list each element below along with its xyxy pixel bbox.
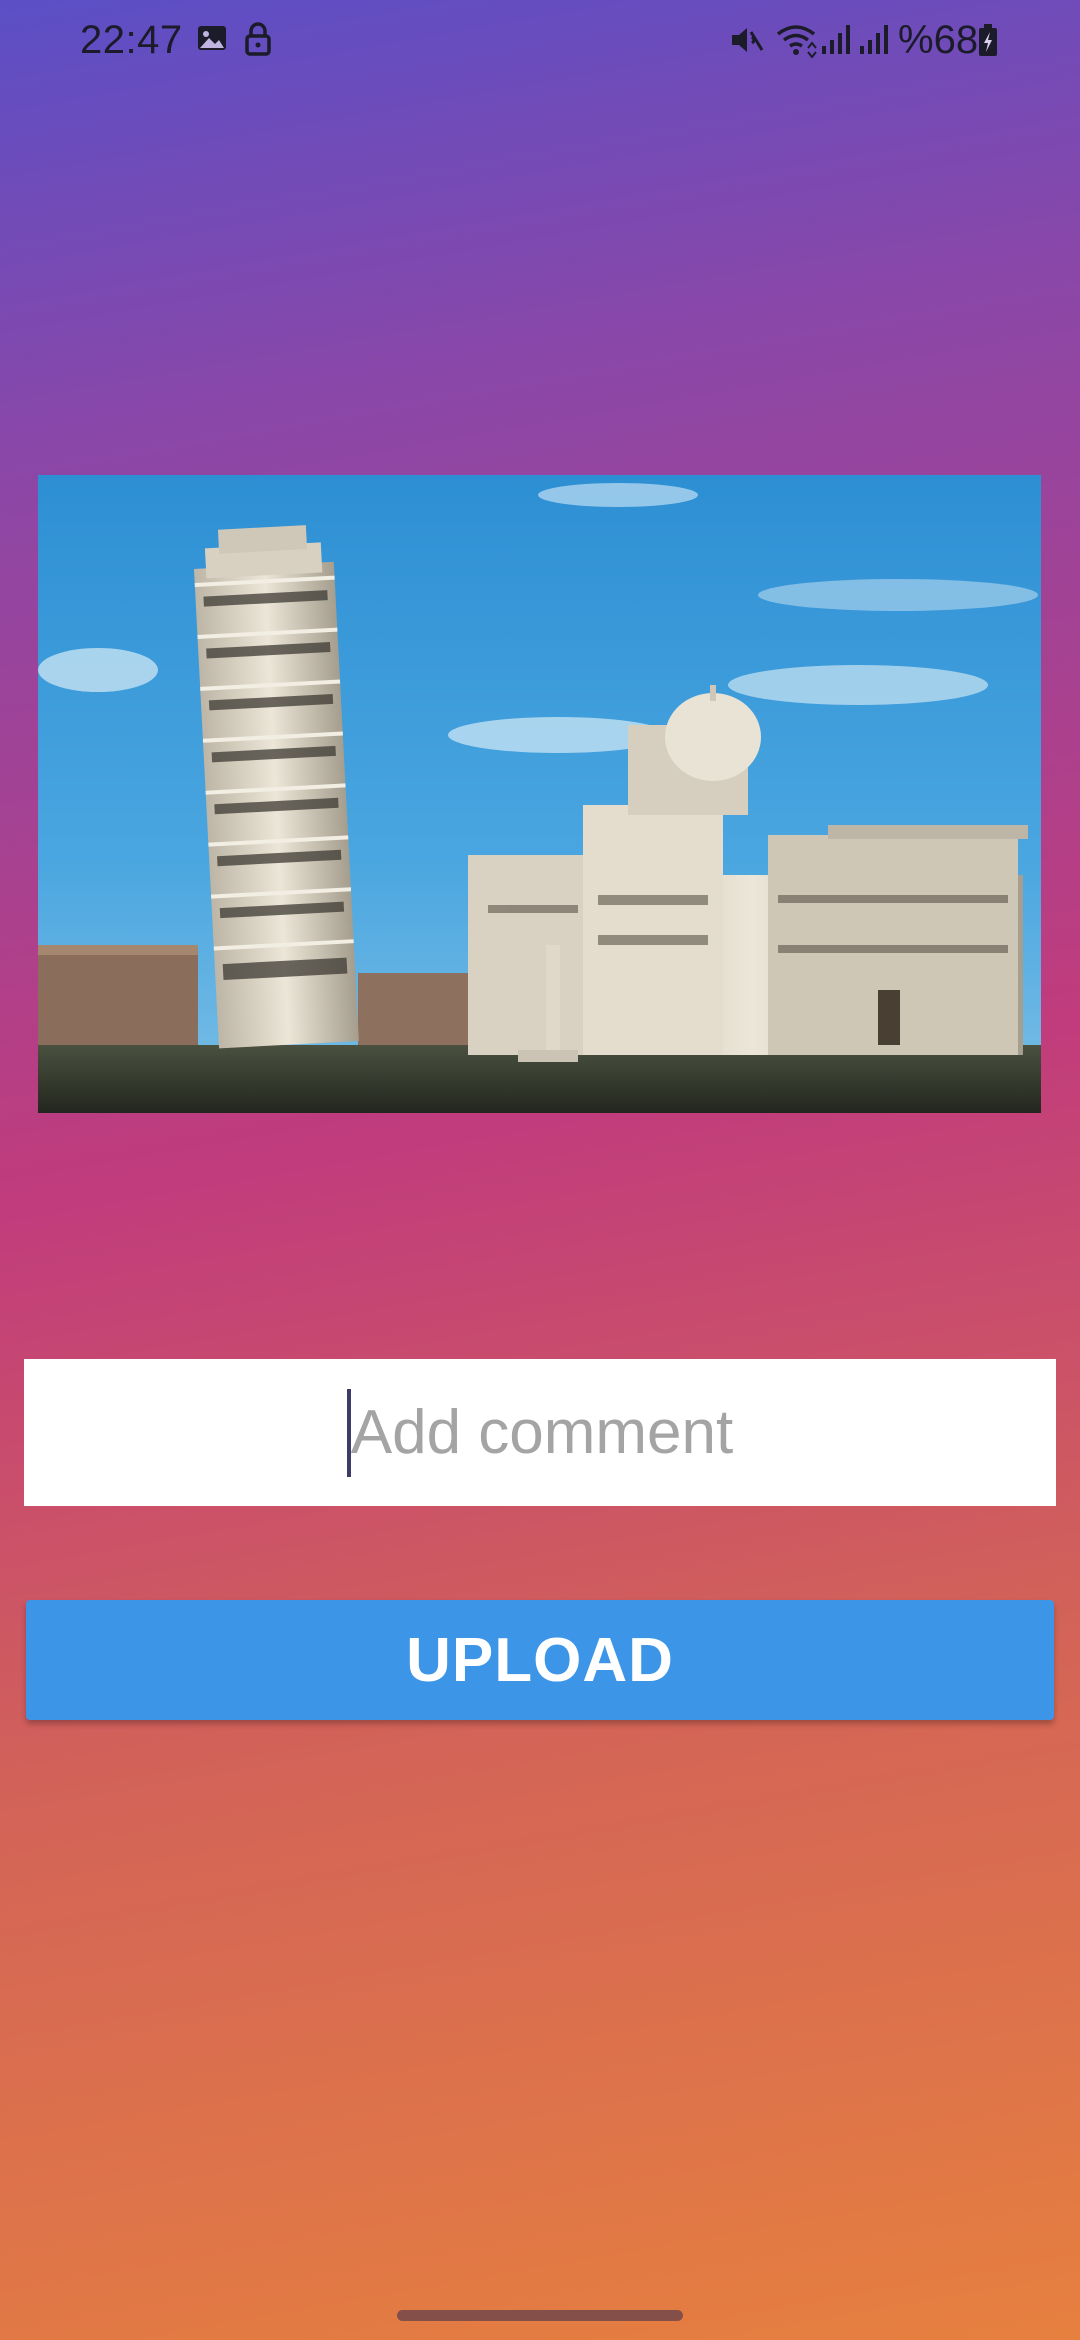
mute-icon xyxy=(728,22,764,63)
upload-button[interactable]: UPLOAD xyxy=(26,1600,1054,1720)
comment-input[interactable]: Add comment xyxy=(24,1359,1056,1506)
navigation-handle[interactable] xyxy=(397,2310,683,2321)
wifi-icon xyxy=(774,22,818,63)
gallery-icon xyxy=(196,22,228,59)
battery-charging-icon xyxy=(976,22,1000,63)
comment-placeholder: Add comment xyxy=(350,1398,734,1467)
status-bar: 22:47 %68 xyxy=(0,0,1080,84)
signal-icon xyxy=(820,22,854,61)
signal-icon-2 xyxy=(858,22,892,61)
selected-photo xyxy=(38,475,1041,1113)
status-time: 22:47 xyxy=(80,18,183,62)
battery-percentage: %68 xyxy=(898,18,979,62)
lock-icon xyxy=(244,22,272,61)
